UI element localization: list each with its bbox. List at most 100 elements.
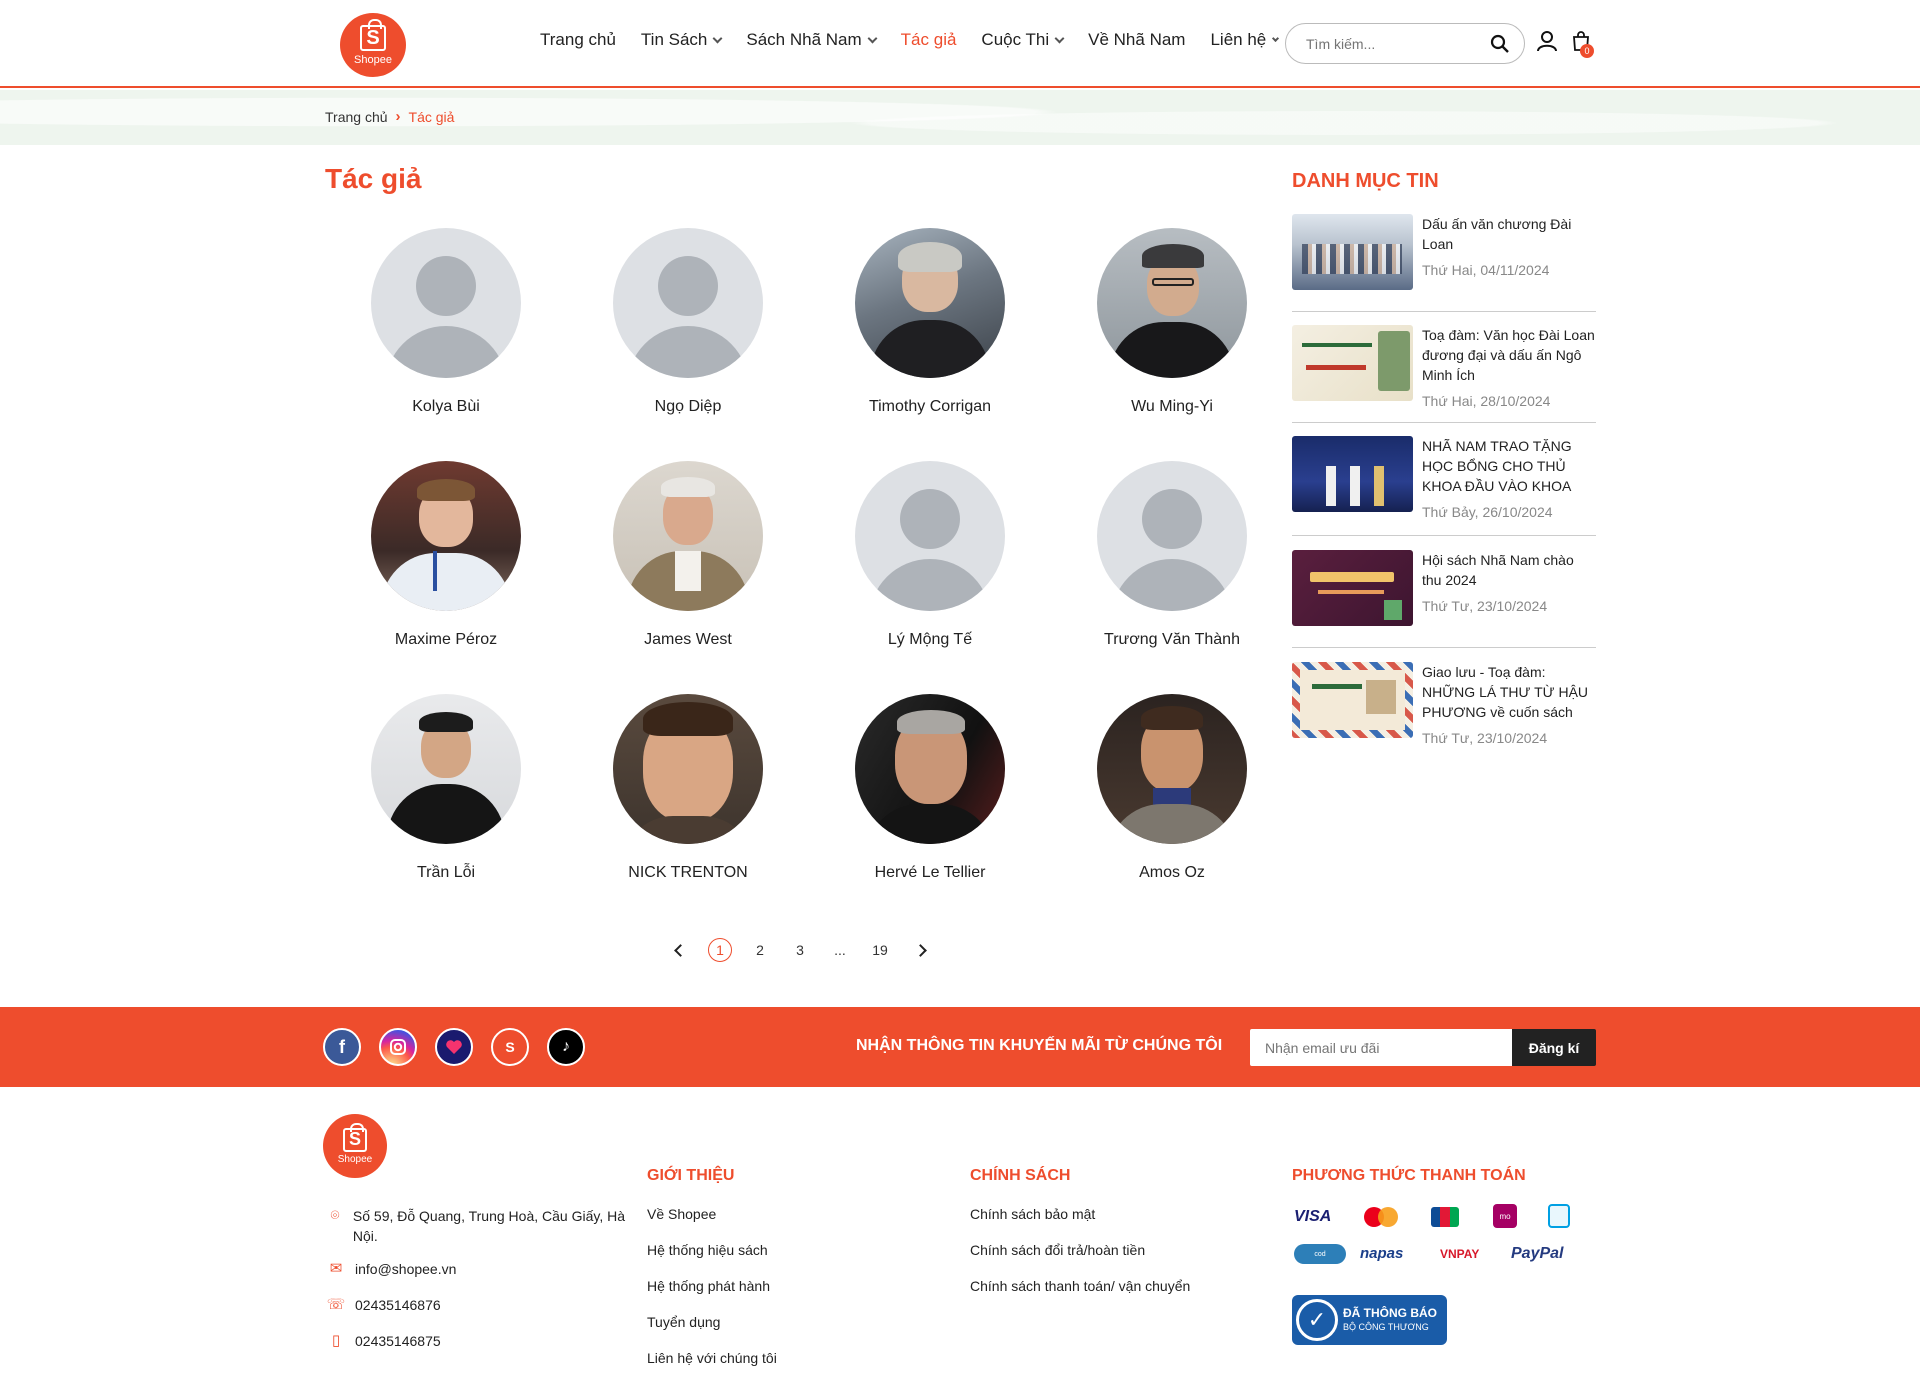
author-photo <box>371 461 521 611</box>
phone-text[interactable]: 02435146876 <box>355 1295 441 1315</box>
shopee-icon[interactable]: S <box>491 1028 529 1066</box>
news-item[interactable]: NHÃ NAM TRAO TẶNG HỌC BỔNG CHO THỦ KHOA … <box>1292 436 1596 536</box>
newsletter-email-input[interactable] <box>1250 1029 1512 1066</box>
mastercard-icon <box>1364 1207 1398 1227</box>
news-title[interactable]: NHÃ NAM TRAO TẶNG HỌC BỔNG CHO THỦ KHOA … <box>1422 436 1596 496</box>
shopee-logo[interactable]: S Shopee <box>340 13 406 77</box>
news-thumbnail[interactable] <box>1292 214 1413 290</box>
nav-item-authors[interactable]: Tác giả <box>901 30 957 50</box>
newsletter-title: NHẬN THÔNG TIN KHUYẾN MÃI TỪ CHÚNG TÔI <box>856 1037 1223 1054</box>
footer-link[interactable]: Tuyển dụng <box>647 1314 720 1330</box>
author-card[interactable]: Amos Oz <box>1051 694 1293 882</box>
author-grid: Kolya Bùi Ngọ Diệp Timothy Corrigan Wu M… <box>325 228 1293 882</box>
nav-item-contests[interactable]: Cuộc Thi <box>981 30 1065 50</box>
lazada-icon[interactable] <box>435 1028 473 1066</box>
news-thumbnail[interactable] <box>1292 550 1413 626</box>
nav-item-home[interactable]: Trang chủ <box>540 30 616 50</box>
author-name[interactable]: Timothy Corrigan <box>869 398 991 416</box>
bo-cong-thuong-badge[interactable]: ✓ ĐÃ THÔNG BÁO BỘ CÔNG THƯƠNG <box>1292 1295 1447 1345</box>
instagram-icon[interactable] <box>379 1028 417 1066</box>
cert-line-1: ĐÃ THÔNG BÁO <box>1343 1306 1437 1320</box>
author-name[interactable]: Ngọ Diệp <box>655 398 722 416</box>
search-input[interactable] <box>1306 35 1476 52</box>
news-item[interactable]: Hội sách Nhã Nam chào thu 2024 Thứ Tư, 2… <box>1292 550 1596 648</box>
sidebar-title: DANH MỤC TIN <box>1292 170 1439 192</box>
page-link[interactable]: 1 <box>708 938 732 962</box>
footer-link[interactable]: Chính sách thanh toán/ vận chuyển <box>970 1278 1190 1294</box>
email-text[interactable]: info@shopee.vn <box>355 1259 456 1279</box>
news-title[interactable]: Hội sách Nhã Nam chào thu 2024 <box>1422 550 1596 590</box>
user-icon[interactable] <box>1536 30 1558 52</box>
next-page-button[interactable] <box>908 938 932 962</box>
prev-page-button[interactable] <box>668 938 692 962</box>
avatar-placeholder-icon <box>371 228 521 378</box>
author-card[interactable]: Trương Văn Thành <box>1051 461 1293 649</box>
page-ellipsis: ... <box>834 942 846 958</box>
author-name[interactable]: Trần Lỗi <box>417 864 475 882</box>
author-card[interactable]: Ngọ Diệp <box>567 228 809 416</box>
author-name[interactable]: Lý Mộng Tế <box>888 631 972 649</box>
footer-link[interactable]: Về Shopee <box>647 1206 716 1222</box>
author-card[interactable]: Maxime Péroz <box>325 461 567 649</box>
facebook-icon[interactable]: f <box>323 1028 361 1066</box>
author-photo <box>371 694 521 844</box>
news-text: Hội sách Nhã Nam chào thu 2024 Thứ Tư, 2… <box>1422 550 1596 647</box>
author-card[interactable]: NICK TRENTON <box>567 694 809 882</box>
author-card[interactable]: Trần Lỗi <box>325 694 567 882</box>
zalopay-icon <box>1548 1204 1570 1228</box>
chevron-down-icon <box>1054 33 1065 43</box>
page-link[interactable]: 19 <box>868 938 892 962</box>
phone-icon: ☏ <box>326 1296 346 1313</box>
author-name[interactable]: Wu Ming-Yi <box>1131 398 1213 416</box>
nav-item-about[interactable]: Về Nhã Nam <box>1088 30 1185 50</box>
author-card[interactable]: Wu Ming-Yi <box>1051 228 1293 416</box>
footer-link[interactable]: Chính sách đổi trả/hoàn tiền <box>970 1242 1145 1258</box>
author-name[interactable]: Amos Oz <box>1139 864 1205 882</box>
footer-link[interactable]: Hệ thống phát hành <box>647 1278 770 1294</box>
mail-icon: ✉ <box>329 1260 343 1277</box>
search-icon[interactable] <box>1490 34 1510 54</box>
page-link[interactable]: 3 <box>788 938 812 962</box>
author-name[interactable]: Trương Văn Thành <box>1104 631 1240 649</box>
location-pin-icon: ⌾ <box>330 1207 340 1224</box>
author-name[interactable]: Kolya Bùi <box>412 398 480 416</box>
momo-icon: mo <box>1493 1204 1517 1228</box>
author-card[interactable]: Lý Mộng Tế <box>809 461 1051 649</box>
author-name[interactable]: James West <box>644 631 732 649</box>
news-thumbnail[interactable] <box>1292 662 1413 738</box>
nav-item-contact[interactable]: Liên hệ <box>1210 30 1280 50</box>
nav-item-nha-nam-books[interactable]: Sách Nhã Nam <box>746 30 878 50</box>
author-name[interactable]: NICK TRENTON <box>628 864 747 882</box>
news-thumbnail[interactable] <box>1292 436 1413 512</box>
news-text: NHÃ NAM TRAO TẶNG HỌC BỔNG CHO THỦ KHOA … <box>1422 436 1596 535</box>
footer-link[interactable]: Liên hệ với chúng tôi <box>647 1350 777 1366</box>
news-item[interactable]: Dấu ấn văn chương Đài Loan Thứ Hai, 04/1… <box>1292 214 1596 312</box>
footer-logo[interactable]: S Shopee <box>323 1114 387 1178</box>
cash-on-delivery-icon: cod <box>1294 1244 1346 1264</box>
author-photo <box>855 694 1005 844</box>
footer-link[interactable]: Chính sách bảo mật <box>970 1206 1095 1222</box>
news-title[interactable]: Dấu ấn văn chương Đài Loan <box>1422 214 1596 254</box>
avatar-placeholder-icon <box>855 461 1005 611</box>
news-item[interactable]: Giao lưu - Toạ đàm: NHỮNG LÁ THƯ TỪ HẬU … <box>1292 662 1596 762</box>
mobile-text[interactable]: 02435146875 <box>355 1331 441 1351</box>
page-link[interactable]: 2 <box>748 938 772 962</box>
author-name[interactable]: Maxime Péroz <box>395 631 497 649</box>
news-item[interactable]: Toạ đàm: Văn học Đài Loan đương đại và d… <box>1292 325 1596 423</box>
cart-count-badge: 0 <box>1580 44 1594 58</box>
news-title[interactable]: Toạ đàm: Văn học Đài Loan đương đại và d… <box>1422 325 1596 385</box>
news-title[interactable]: Giao lưu - Toạ đàm: NHỮNG LÁ THƯ TỪ HẬU … <box>1422 662 1596 722</box>
author-name[interactable]: Hervé Le Tellier <box>875 864 986 882</box>
breadcrumb-home[interactable]: Trang chủ <box>325 109 388 125</box>
tiktok-icon[interactable]: ♪ <box>547 1028 585 1066</box>
author-card[interactable]: Kolya Bùi <box>325 228 567 416</box>
vnpay-icon: VNPAY <box>1440 1247 1480 1261</box>
author-card[interactable]: Timothy Corrigan <box>809 228 1051 416</box>
author-card[interactable]: Hervé Le Tellier <box>809 694 1051 882</box>
author-photo <box>613 694 763 844</box>
footer-link[interactable]: Hệ thống hiệu sách <box>647 1242 768 1258</box>
author-card[interactable]: James West <box>567 461 809 649</box>
signup-button[interactable]: Đăng kí <box>1512 1029 1596 1066</box>
nav-item-book-news[interactable]: Tin Sách <box>641 30 723 50</box>
news-thumbnail[interactable] <box>1292 325 1413 401</box>
